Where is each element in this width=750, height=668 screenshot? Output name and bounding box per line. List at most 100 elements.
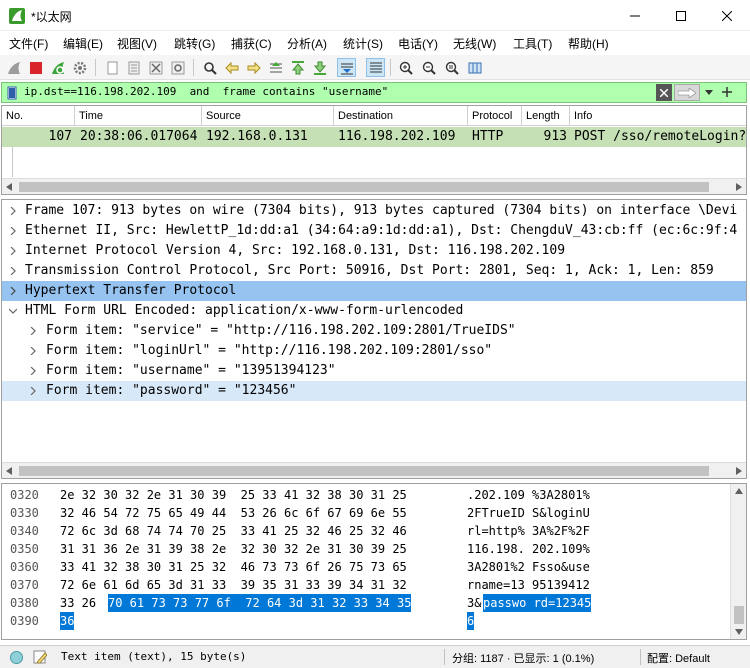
column-header-info[interactable]: Info (570, 106, 746, 126)
byte-ascii[interactable]: rl=http% 3A%2F%2F (467, 522, 590, 540)
column-header-length[interactable]: Length (522, 106, 570, 126)
menu-go[interactable]: 跳转(G) (174, 35, 215, 52)
byte-ascii[interactable]: rname=13 95139412 (467, 576, 590, 594)
scroll-up-icon (735, 488, 743, 494)
byte-hex[interactable]: 31 31 36 2e 31 39 38 2e 32 30 32 2e 31 3… (60, 540, 407, 558)
menu-tools[interactable]: 工具(T) (513, 35, 552, 52)
restart-fin-icon (51, 61, 64, 74)
resize-columns-button[interactable] (465, 58, 484, 77)
byte-hex[interactable]: 72 6c 3d 68 74 74 70 25 33 41 25 32 46 2… (60, 522, 407, 540)
detail-ip[interactable]: Internet Protocol Version 4, Src: 192.16… (2, 241, 746, 261)
go-forward-button[interactable] (244, 58, 263, 77)
detail-text: Transmission Control Protocol, Src Port:… (25, 263, 714, 278)
add-filter-button[interactable] (720, 84, 734, 100)
byte-ascii-selected[interactable]: passwo rd=12345 (483, 594, 592, 612)
menu-capture[interactable]: 捕获(C) (231, 35, 272, 52)
detail-http[interactable]: Hypertext Transfer Protocol (2, 281, 746, 301)
detail-tcp[interactable]: Transmission Control Protocol, Src Port:… (2, 261, 746, 281)
byte-hex[interactable]: 33 26 (60, 594, 103, 612)
zoom-reset-icon (445, 61, 459, 75)
scrollbar-thumb[interactable] (19, 182, 709, 192)
go-last-button[interactable] (310, 58, 329, 77)
expand-arrow-icon (10, 267, 16, 275)
menu-view[interactable]: 视图(V) (117, 35, 157, 52)
detail-form-item-loginurl[interactable]: Form item: "loginUrl" = "http://116.198.… (2, 341, 746, 361)
search-icon (203, 61, 217, 75)
packet-row[interactable]: 107 20:38:06.017064 192.168.0.131 116.19… (2, 127, 746, 147)
menu-help[interactable]: 帮助(H) (568, 35, 609, 52)
close-file-button[interactable] (146, 58, 165, 77)
column-header-protocol[interactable]: Protocol (468, 106, 522, 126)
packet-protocol: HTTP (472, 129, 504, 144)
capture-options-button[interactable] (70, 58, 89, 77)
byte-ascii[interactable]: 3& (467, 594, 481, 612)
detail-form-urlencoded[interactable]: HTML Form URL Encoded: application/x-www… (2, 301, 746, 321)
column-header-no[interactable]: No. (2, 106, 75, 126)
packet-list-hscrollbar[interactable] (2, 178, 746, 194)
byte-hex[interactable]: 2e 32 30 32 2e 31 30 39 25 33 41 32 38 3… (60, 486, 407, 504)
menu-telephony[interactable]: 电话(Y) (398, 35, 438, 52)
filter-history-dropdown[interactable] (702, 84, 716, 101)
status-profile[interactable]: 配置: Default (647, 650, 710, 666)
column-header-destination[interactable]: Destination (334, 106, 468, 126)
detail-frame[interactable]: Frame 107: 913 bytes on wire (7304 bits)… (2, 201, 746, 221)
open-file-button[interactable] (102, 58, 121, 77)
bookmark-icon[interactable] (7, 86, 17, 100)
detail-ethernet[interactable]: Ethernet II, Src: HewlettP_1d:dd:a1 (34:… (2, 221, 746, 241)
clear-filter-button[interactable] (656, 84, 672, 101)
menu-statistics[interactable]: 统计(S) (343, 35, 383, 52)
go-first-button[interactable] (288, 58, 307, 77)
bytes-vscrollbar[interactable] (730, 484, 746, 639)
column-header-source[interactable]: Source (202, 106, 334, 126)
byte-ascii-selected[interactable]: 6 (467, 612, 475, 630)
close-button[interactable] (704, 0, 750, 31)
byte-ascii[interactable]: 3A2801%2 Fsso&use (467, 558, 590, 576)
maximize-button[interactable] (658, 0, 704, 31)
byte-hex-selected[interactable]: 70 61 73 73 77 6f 72 64 3d 31 32 33 34 3… (108, 594, 412, 612)
go-to-packet-button[interactable] (266, 58, 285, 77)
stop-capture-button[interactable] (26, 58, 45, 77)
scrollbar-thumb[interactable] (734, 606, 744, 624)
zoom-reset-button[interactable] (442, 58, 461, 77)
apply-filter-button[interactable] (674, 84, 700, 101)
detail-text: Internet Protocol Version 4, Src: 192.16… (25, 243, 566, 258)
list-lines-icon (369, 62, 382, 72)
edit-comment-icon[interactable] (33, 650, 47, 664)
byte-hex[interactable]: 72 6e 61 6d 65 3d 31 33 39 35 31 33 39 3… (60, 576, 407, 594)
detail-form-item-username[interactable]: Form item: "username" = "13951394123" (2, 361, 746, 381)
wireshark-fin-icon (9, 8, 25, 24)
close-icon (722, 10, 732, 21)
menu-analyze[interactable]: 分析(A) (287, 35, 327, 52)
menu-file[interactable]: 文件(F) (9, 35, 48, 52)
reload-file-button[interactable] (168, 58, 187, 77)
byte-hex-selected[interactable]: 36 (60, 612, 75, 630)
byte-ascii[interactable]: .202.109 %3A2801% (467, 486, 590, 504)
go-back-button[interactable] (222, 58, 241, 77)
display-filter-input[interactable]: ip.dst==116.198.202.109 and frame contai… (24, 85, 388, 98)
detail-form-item-service[interactable]: Form item: "service" = "http://116.198.2… (2, 321, 746, 341)
menu-wireless[interactable]: 无线(W) (453, 35, 496, 52)
byte-hex[interactable]: 33 41 32 38 30 31 25 32 46 73 73 6f 26 7… (60, 558, 407, 576)
minimize-button[interactable] (612, 0, 658, 31)
restart-capture-button[interactable] (48, 58, 67, 77)
find-packet-button[interactable] (200, 58, 219, 77)
details-hscrollbar[interactable] (2, 462, 746, 478)
zoom-out-button[interactable] (419, 58, 438, 77)
byte-ascii[interactable]: 116.198. 202.109% (467, 540, 590, 558)
expand-arrow-icon (30, 387, 36, 395)
start-capture-button[interactable] (4, 58, 23, 77)
detail-form-item-password[interactable]: Form item: "password" = "123456" (2, 381, 746, 401)
scrollbar-thumb[interactable] (19, 466, 709, 476)
colorize-button[interactable] (366, 58, 385, 77)
file-icon (107, 61, 117, 74)
auto-scroll-button[interactable] (337, 58, 356, 77)
detail-text: Form item: "password" = "123456" (46, 383, 297, 398)
zoom-in-button[interactable] (396, 58, 415, 77)
byte-hex[interactable]: 32 46 54 72 75 65 49 44 53 26 6c 6f 67 6… (60, 504, 407, 522)
ready-indicator[interactable] (10, 651, 23, 664)
save-file-button[interactable] (124, 58, 143, 77)
menu-edit[interactable]: 编辑(E) (63, 35, 103, 52)
column-header-time[interactable]: Time (75, 106, 202, 126)
byte-ascii[interactable]: 2FTrueID S&loginU (467, 504, 590, 522)
zoom-in-icon (399, 61, 413, 75)
